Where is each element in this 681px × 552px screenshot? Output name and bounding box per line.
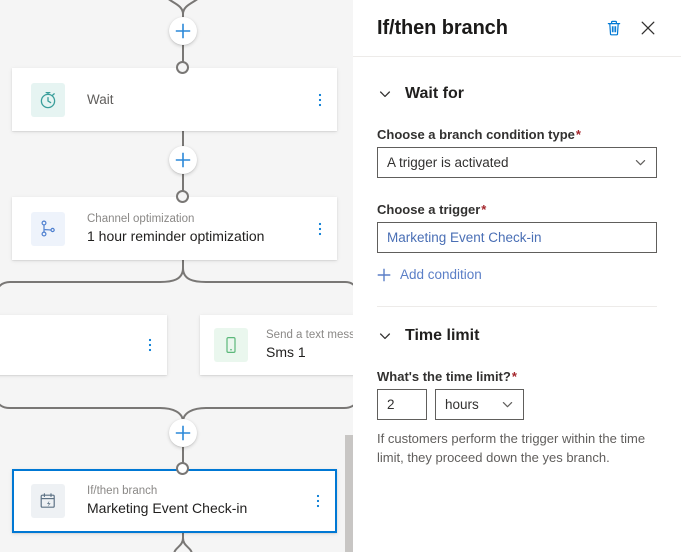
required-asterisk: * (481, 202, 487, 217)
section-wait-for-header[interactable]: Wait for (377, 85, 657, 103)
more-vertical-icon (148, 338, 152, 352)
chevron-down-icon (377, 328, 393, 344)
add-step-button-bottom[interactable] (169, 419, 197, 447)
connector-dot (176, 61, 189, 74)
card-wait-title: Wait (87, 92, 114, 107)
chevron-down-icon (377, 86, 393, 102)
panel-header: If/then branch (353, 0, 681, 57)
connector-dot-selected (176, 462, 189, 475)
add-condition-button[interactable]: Add condition (377, 267, 657, 282)
card-channel-more-options[interactable] (307, 221, 333, 237)
required-asterisk: * (511, 369, 517, 384)
time-limit-label-text: What's the time limit? (377, 369, 511, 384)
card-channel-subtitle: Channel optimization (87, 212, 195, 225)
plus-icon (175, 23, 191, 39)
connector-dot (176, 190, 189, 203)
section-wait-for-title: Wait for (405, 85, 464, 102)
required-asterisk: * (575, 127, 581, 142)
trigger-label: Choose a trigger* (377, 202, 657, 217)
branch-split-icon (41, 219, 55, 237)
plus-icon (175, 425, 191, 441)
card-sms-title: Sms 1 (266, 344, 306, 360)
section-time-limit-title: Time limit (405, 327, 480, 344)
workflow-editor: Wait Channel optimization 1 hour reminde… (0, 0, 681, 552)
chevron-down-icon (634, 156, 647, 169)
card-wait-text: Wait (87, 90, 307, 109)
properties-panel: If/then branch Wait for Choose a branch … (353, 0, 681, 552)
panel-scrollbar-thumb[interactable] (345, 435, 353, 552)
delete-button[interactable] (599, 13, 629, 43)
card-if-then-icon-wrap (31, 484, 65, 518)
trigger-label-text: Choose a trigger (377, 202, 481, 217)
stopwatch-icon (40, 91, 56, 108)
card-if-then-title: Marketing Event Check-in (87, 500, 248, 516)
card-channel-text: Channel optimization 1 hour reminder opt… (87, 212, 307, 246)
card-if-then-subtitle: If/then branch (87, 485, 158, 497)
add-step-button-top[interactable] (169, 17, 197, 45)
time-limit-unit-select[interactable]: hours (435, 389, 524, 420)
condition-type-value: A trigger is activated (387, 155, 509, 170)
card-if-then-more-options[interactable] (305, 493, 331, 509)
time-limit-help-text: If customers perform the trigger within … (377, 431, 646, 465)
card-wait[interactable]: Wait (12, 68, 337, 131)
panel-body: Wait for Choose a branch condition type*… (353, 85, 681, 467)
card-channel-icon-wrap (31, 211, 65, 246)
panel-title: If/then branch (377, 16, 508, 39)
trigger-value: Marketing Event Check-in (387, 230, 542, 245)
condition-type-select[interactable]: A trigger is activated (377, 147, 657, 178)
time-limit-amount-value: 2 (387, 397, 395, 412)
close-button[interactable] (633, 13, 663, 43)
time-limit-amount-input[interactable]: 2 (377, 389, 427, 420)
card-if-then-branch[interactable]: If/then branch Marketing Event Check-in (12, 469, 337, 533)
journey-canvas[interactable]: Wait Channel optimization 1 hour reminde… (0, 0, 353, 552)
plus-icon (175, 152, 191, 168)
more-vertical-icon (316, 494, 320, 508)
more-vertical-icon (318, 222, 322, 235)
time-limit-row: 2 hours (377, 389, 657, 420)
section-divider (377, 306, 657, 307)
branch-split-connector (0, 260, 353, 288)
time-limit-label: What's the time limit?* (377, 369, 657, 384)
time-limit-unit-value: hours (445, 397, 479, 412)
trash-icon (607, 20, 621, 36)
card-sms-icon-wrap (214, 328, 248, 362)
card-sms-subtitle: Send a text mess (266, 329, 353, 341)
card-sms-text: Send a text mess Sms 1 (266, 328, 353, 362)
bottom-split-connector (173, 533, 193, 552)
card-wait-icon-wrap (31, 82, 65, 117)
more-vertical-icon (318, 93, 322, 106)
mobile-phone-icon (226, 336, 236, 354)
add-step-button-middle[interactable] (169, 146, 197, 174)
trigger-input[interactable]: Marketing Event Check-in (377, 222, 657, 253)
condition-type-label-text: Choose a branch condition type (377, 127, 575, 142)
calendar-event-icon (40, 493, 55, 508)
card-if-then-text: If/then branch Marketing Event Check-in (87, 484, 305, 518)
card-left-branch-more-options[interactable] (137, 337, 163, 353)
plus-icon (377, 268, 391, 282)
chevron-down-icon (501, 398, 514, 411)
card-left-branch[interactable] (0, 315, 167, 375)
card-wait-more-options[interactable] (307, 92, 333, 108)
card-channel-title: 1 hour reminder optimization (87, 227, 265, 244)
add-condition-label: Add condition (400, 267, 482, 282)
condition-type-label: Choose a branch condition type* (377, 127, 657, 142)
section-time-limit-header[interactable]: Time limit (377, 327, 657, 345)
card-sms[interactable]: Send a text mess Sms 1 (200, 315, 353, 375)
close-icon (641, 21, 655, 35)
card-channel-optimization[interactable]: Channel optimization 1 hour reminder opt… (12, 197, 337, 260)
panel-scrollbar[interactable] (345, 0, 353, 552)
